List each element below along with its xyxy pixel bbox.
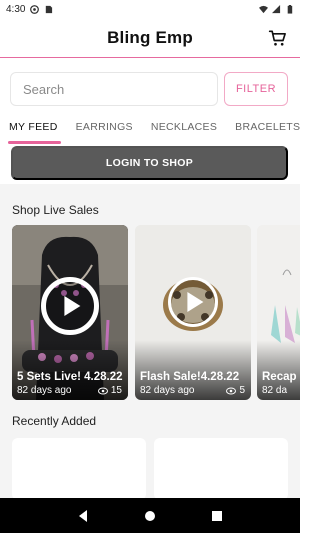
card-views: 5 (226, 385, 245, 396)
card-age: 82 days ago (17, 385, 72, 396)
system-nav-bar (0, 498, 300, 533)
play-icon[interactable] (41, 276, 99, 335)
sd-card-icon (46, 5, 53, 13)
tab-necklaces[interactable]: NECKLACES (142, 116, 226, 144)
search-input[interactable] (10, 72, 218, 106)
card-views: 15 (97, 385, 122, 396)
login-to-shop-button[interactable]: LOGIN TO SHOP (11, 146, 288, 180)
wifi-icon (259, 5, 268, 13)
live-sale-card[interactable]: 5 Sets Live! 4.28.22 82 days ago 15 (12, 225, 128, 400)
recents-icon[interactable] (210, 509, 224, 523)
status-time: 4:30 (6, 3, 26, 15)
recent-item-card[interactable] (154, 438, 288, 500)
card-age: 82 days ago (140, 385, 195, 396)
card-age: 82 da (262, 385, 288, 396)
category-tabs: MY FEED EARRINGS NECKLACES BRACELETS R (0, 116, 300, 144)
cart-icon[interactable] (268, 28, 288, 48)
home-icon[interactable] (143, 509, 157, 523)
card-title: 5 Sets Live! 4.28.22 (17, 371, 123, 383)
view-count: 15 (110, 385, 122, 396)
back-icon[interactable] (76, 509, 90, 523)
eye-icon (97, 387, 108, 394)
tab-earrings[interactable]: EARRINGS (67, 116, 142, 144)
app-header: Bling Emp (0, 18, 300, 58)
play-icon[interactable] (168, 277, 218, 327)
tab-my-feed[interactable]: MY FEED (0, 116, 67, 144)
battery-icon (287, 4, 293, 14)
view-count: 5 (239, 385, 245, 396)
live-sale-card[interactable]: Recap L 82 da (257, 225, 300, 400)
live-sales-carousel[interactable]: 5 Sets Live! 4.28.22 82 days ago 15 Flas… (12, 225, 300, 400)
card-title: Recap L (262, 371, 300, 383)
section-title-recently-added: Recently Added (12, 414, 97, 428)
tab-bracelets[interactable]: BRACELETS (226, 116, 300, 144)
status-bar: 4:30 (0, 0, 300, 18)
section-title-live-sales: Shop Live Sales (12, 203, 99, 217)
app-title: Bling Emp (107, 27, 193, 47)
eye-icon (226, 387, 237, 394)
live-sale-card[interactable]: Flash Sale!4.28.22 82 days ago 5 (135, 225, 251, 400)
search-row: FILTER (10, 72, 290, 106)
filter-button[interactable]: FILTER (224, 72, 288, 106)
card-title: Flash Sale!4.28.22 (140, 371, 240, 383)
recent-item-card[interactable] (12, 438, 146, 500)
signal-icon (272, 4, 281, 13)
notification-icon (30, 4, 40, 14)
